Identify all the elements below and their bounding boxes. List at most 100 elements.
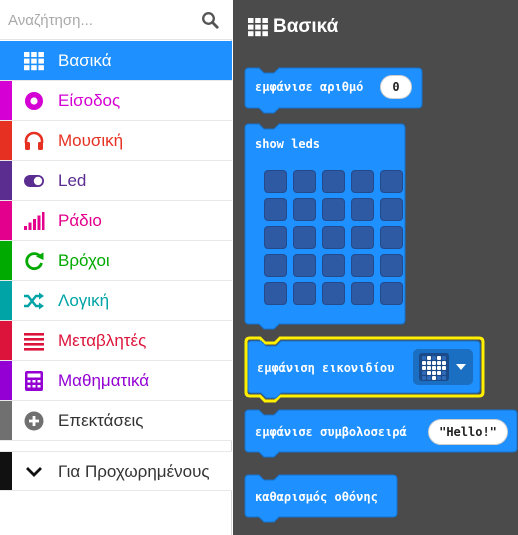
icon-pixel	[427, 366, 431, 370]
led-matrix	[255, 170, 403, 310]
category-label-basic: Βασικά	[58, 51, 112, 70]
category-basic[interactable]: Βασικά	[0, 41, 232, 81]
category-music[interactable]: Μουσική	[0, 121, 232, 161]
clear-screen-block[interactable]: καθαρισμός οθόνης	[244, 473, 398, 523]
led-cell[interactable]	[322, 198, 345, 221]
icon-pixel	[422, 366, 426, 370]
flyout-title: Βασικά	[247, 14, 338, 40]
icon-pixel	[432, 356, 436, 360]
icon-pixel	[437, 356, 441, 360]
icon-pixel	[437, 371, 441, 375]
search-bar	[0, 0, 232, 40]
icon-pixel	[432, 371, 436, 375]
led-cell[interactable]	[293, 226, 316, 249]
led-cell[interactable]	[322, 170, 345, 193]
icon-picker-dropdown[interactable]	[413, 349, 473, 385]
grid-icon	[248, 18, 268, 37]
search-icon[interactable]	[201, 11, 219, 29]
category-advanced[interactable]: Για Προχωρημένους	[0, 451, 232, 491]
show-number-label: εμφάνισε αριθμό	[255, 80, 364, 94]
led-cell[interactable]	[264, 226, 287, 249]
led-cell[interactable]	[351, 282, 374, 305]
category-label-music: Μουσική	[58, 131, 124, 150]
led-cell[interactable]	[380, 282, 403, 305]
led-cell[interactable]	[293, 254, 316, 277]
search-input[interactable]	[8, 6, 198, 34]
clear-screen-label: καθαρισμός οθόνης	[255, 490, 378, 504]
show-string-label: εμφάνισε συμβολοσειρά	[255, 425, 407, 439]
block-flyout: Βασικά εμφάνισε αριθμό 0 show leds εμφάν…	[233, 0, 518, 535]
icon-pixel	[437, 376, 441, 380]
icon-pixel	[442, 356, 446, 360]
led-cell[interactable]	[264, 254, 287, 277]
icon-pixel	[422, 371, 426, 375]
led-cell[interactable]	[264, 198, 287, 221]
refresh-icon	[25, 252, 44, 270]
icon-pixel	[427, 361, 431, 365]
led-cell[interactable]	[351, 226, 374, 249]
icon-pixel	[442, 361, 446, 365]
category-extensions[interactable]: Επεκτάσεις	[0, 401, 232, 441]
led-cell[interactable]	[351, 254, 374, 277]
icon-pixel	[437, 366, 441, 370]
dropdown-arrow-icon	[456, 364, 466, 370]
led-cell[interactable]	[380, 226, 403, 249]
flyout-title-text: Βασικά	[273, 16, 339, 37]
icon-pixel	[437, 361, 441, 365]
led-cell[interactable]	[293, 198, 316, 221]
headphones-icon	[24, 131, 44, 150]
led-cell[interactable]	[264, 170, 287, 193]
icon-pixel	[432, 366, 436, 370]
show-leds-block[interactable]: show leds	[244, 122, 407, 334]
category-led[interactable]: Led	[0, 161, 232, 201]
category-label-loops: Βρόχοι	[58, 251, 110, 270]
chevron-down-icon	[26, 467, 42, 477]
heart-icon	[419, 353, 449, 381]
icon-pixel	[442, 366, 446, 370]
signal-icon	[24, 212, 45, 230]
led-cell[interactable]	[322, 254, 345, 277]
category-label-input: Είσοδος	[58, 91, 121, 110]
category-input[interactable]: Είσοδος	[0, 81, 232, 121]
led-cell[interactable]	[351, 170, 374, 193]
show-icon-label: εμφάνιση εικονιδίου	[257, 361, 395, 375]
category-logic[interactable]: Λογική	[0, 281, 232, 321]
category-label-advanced: Για Προχωρημένους	[58, 462, 210, 481]
show-string-block[interactable]: εμφάνισε συμβολοσειρά "Hello!"	[244, 408, 518, 458]
icon-pixel	[422, 356, 426, 360]
category-label-logic: Λογική	[58, 291, 110, 310]
plus-circle-icon	[24, 411, 44, 431]
show-leds-label: show leds	[255, 137, 321, 151]
icon-pixel	[427, 356, 431, 360]
icon-pixel	[432, 361, 436, 365]
led-cell[interactable]	[380, 254, 403, 277]
input-icon	[25, 92, 43, 110]
category-label-math: Μαθηματικά	[58, 371, 150, 390]
led-cell[interactable]	[380, 170, 403, 193]
icon-pixel	[422, 376, 426, 380]
category-math[interactable]: Μαθηματικά	[0, 361, 232, 401]
icon-pixel	[427, 371, 431, 375]
led-cell[interactable]	[351, 198, 374, 221]
led-cell[interactable]	[293, 170, 316, 193]
string-input[interactable]: "Hello!"	[428, 419, 508, 445]
toolbox: Βασικά Είσοδος Μουσική Led	[0, 0, 232, 535]
led-cell[interactable]	[293, 282, 316, 305]
category-radio[interactable]: Ράδιο	[0, 201, 232, 241]
icon-pixel	[427, 376, 431, 380]
list-icon	[24, 333, 44, 351]
grid-icon	[24, 52, 44, 71]
category-label-radio: Ράδιο	[58, 211, 102, 230]
led-cell[interactable]	[322, 226, 345, 249]
led-cell[interactable]	[264, 282, 287, 305]
category-label-led: Led	[58, 171, 87, 190]
number-input[interactable]: 0	[380, 75, 412, 99]
icon-pixel	[422, 361, 426, 365]
icon-pixel	[432, 376, 436, 380]
led-cell[interactable]	[322, 282, 345, 305]
show-number-block[interactable]: εμφάνισε αριθμό 0	[244, 64, 425, 114]
category-variables[interactable]: Μεταβλητές	[0, 321, 232, 361]
led-cell[interactable]	[380, 198, 403, 221]
show-icon-block[interactable]: εμφάνιση εικονιδίου	[244, 336, 487, 403]
category-loops[interactable]: Βρόχοι	[0, 241, 232, 281]
